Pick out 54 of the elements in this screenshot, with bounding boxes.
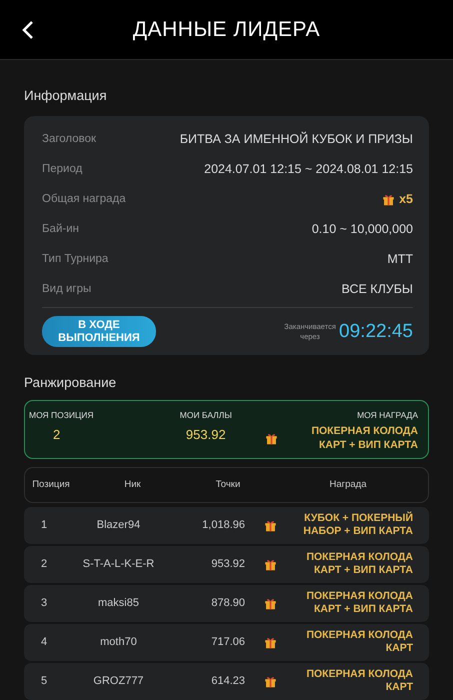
field-value: БИТВА ЗА ИМЕННОЙ КУБОК И ПРИЗЫ: [180, 130, 413, 148]
section-title: Информация: [24, 88, 108, 104]
field-label: Общая награда: [42, 192, 126, 207]
reward-text: ПОКЕРНАЯ КОЛОДА КАРТ: [305, 629, 413, 656]
reward-count: x5: [399, 190, 413, 208]
stat-label: МОЯ ПОЗИЦИЯ: [29, 408, 95, 422]
field-label: Вид игры: [42, 282, 92, 297]
stat-label: МОИ БАЛЛЫ: [180, 408, 232, 422]
column-header: Точки: [214, 478, 242, 492]
field-value: ВСЕ КЛУБЫ: [342, 280, 413, 298]
table-cell-text: 1: [40, 518, 48, 533]
field-label: Бай-ин: [42, 222, 79, 237]
gift-icon: [264, 518, 277, 532]
stat-value: 2: [53, 426, 62, 444]
reward-text: ПОКЕРНАЯ КОЛОДА КАРТ + ВИП КАРТА: [305, 551, 413, 578]
table-cell-text: 717.06: [210, 634, 245, 650]
gift-icon: [264, 636, 277, 649]
gift-icon: [264, 432, 278, 446]
field-label: Тип Турнира: [42, 252, 108, 267]
reward-text: ПОКЕРНАЯ КОЛОДА КАРТ + ВИП КАРТА: [310, 425, 418, 452]
field-label: Заголовок: [42, 132, 96, 147]
table-cell-text: 5: [40, 674, 48, 689]
gift-icon: [264, 596, 277, 610]
table-cell-text: 4: [40, 634, 48, 650]
stat-label: МОЯ НАГРАДА: [357, 408, 418, 422]
field-value: 2024.07.01 12:15 ~ 2024.08.01 12:15: [204, 160, 413, 178]
column-header: Ник: [123, 478, 142, 492]
status-button[interactable]: В ХОДЕ ВЫПОЛНЕНИЯ: [42, 316, 156, 348]
table-cell-text: 3: [40, 596, 48, 611]
countdown-timer: 09:22:45: [339, 320, 413, 344]
table-cell-text: GROZ777: [92, 674, 145, 689]
table-cell-text: 2: [40, 556, 48, 572]
gift-icon: [382, 192, 396, 206]
page-title: ДАННЫЕ ЛИДЕРА: [132, 16, 320, 42]
section-title: Ранжирование: [24, 375, 118, 392]
table-cell-text: moth70: [99, 634, 138, 650]
field-value: MTT: [387, 250, 413, 268]
column-header: Награда: [328, 478, 368, 492]
table-cell-text: Blazer94: [96, 518, 142, 533]
table-cell-text: 614.23: [210, 674, 245, 689]
table-cell-text: maksi85: [97, 596, 140, 611]
field-value: 0.10 ~ 10,000,000: [312, 220, 413, 238]
reward-text: ПОКЕРНАЯ КОЛОДА КАРТ: [305, 668, 413, 694]
stat-value: 953.92: [186, 426, 226, 444]
table-cell-text: 1,018.96: [201, 518, 245, 533]
reward-text: ПОКЕРНАЯ КОЛОДА КАРТ + ВИП КАРТА: [305, 590, 413, 616]
table-cell-text: 953.92: [210, 556, 245, 572]
table-cell-text: S-T-A-L-K-E-R: [82, 556, 156, 572]
gift-icon: [264, 558, 277, 571]
table-cell-text: 878.90: [210, 596, 245, 611]
gift-icon: [264, 674, 277, 688]
column-header: Позиция: [31, 478, 71, 492]
field-label: Период: [42, 162, 82, 177]
reward-text: КУБОК + ПОКЕРНЫЙ НАБОР + ВИП КАРТА: [302, 512, 413, 538]
